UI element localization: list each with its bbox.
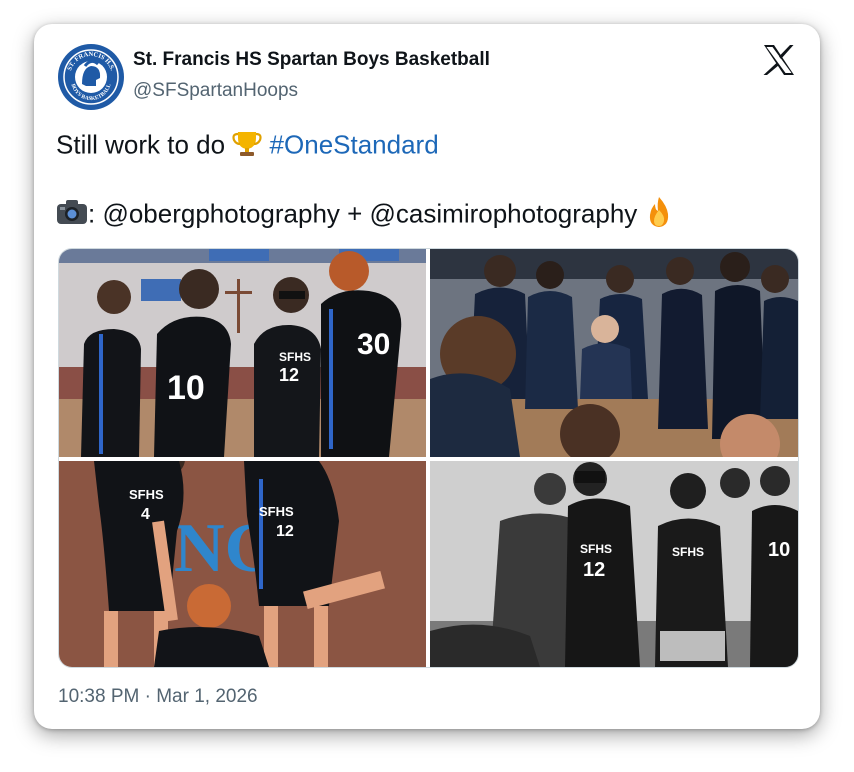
media-grid: 10 SFHS 12 30 NGE SFHS 4 SFHS 12 SFHS 12… xyxy=(58,248,799,668)
tweet-text-line1: Still work to do #OneStandard xyxy=(56,128,439,165)
hashtag-link[interactable]: #OneStandard xyxy=(270,129,439,159)
trophy-emoji-icon xyxy=(232,128,262,165)
tweet-text-line2: : @obergphotography + @casimirophotograp… xyxy=(56,196,673,235)
tweet-card: ST. FRANCIS H.S. BOYS BASKETBALL St. Fra… xyxy=(34,24,820,729)
fire-emoji-icon xyxy=(645,196,673,235)
camera-emoji-icon xyxy=(56,198,88,233)
author-handle[interactable]: @SFSpartanHoops xyxy=(133,80,298,102)
photo-1[interactable]: 10 SFHS 12 30 xyxy=(59,249,426,457)
avatar[interactable]: ST. FRANCIS H.S. BOYS BASKETBALL xyxy=(58,44,124,110)
jersey-text: SFHS xyxy=(259,504,294,519)
jersey-text: SFHS xyxy=(580,542,612,556)
jersey-number: 4 xyxy=(141,506,150,523)
photo-2[interactable] xyxy=(430,249,798,457)
spartan-logo-icon: ST. FRANCIS H.S. BOYS BASKETBALL xyxy=(59,45,123,109)
jersey-number: 30 xyxy=(357,328,390,361)
jersey-number: 12 xyxy=(276,523,294,540)
photo-4[interactable]: SFHS 12 SFHS 10 xyxy=(430,461,798,667)
tweet-text: Still work to do xyxy=(56,129,226,160)
photo-3[interactable]: NGE SFHS 4 SFHS 12 xyxy=(59,461,426,667)
x-logo-icon[interactable] xyxy=(762,44,796,76)
jersey-number: 12 xyxy=(279,365,299,385)
author-display-name[interactable]: St. Francis HS Spartan Boys Basketball xyxy=(133,49,490,71)
photo-credits: : @obergphotography + @casimirophotograp… xyxy=(88,198,638,229)
jersey-text: SFHS xyxy=(672,545,704,559)
jersey-number: 12 xyxy=(583,559,605,581)
jersey-text: SFHS xyxy=(129,487,164,502)
jersey-number: 10 xyxy=(167,369,205,407)
jersey-number: 10 xyxy=(768,539,790,561)
tweet-timestamp[interactable]: 10:38 PM · Mar 1, 2026 xyxy=(58,686,258,708)
jersey-text: SFHS xyxy=(279,350,311,364)
